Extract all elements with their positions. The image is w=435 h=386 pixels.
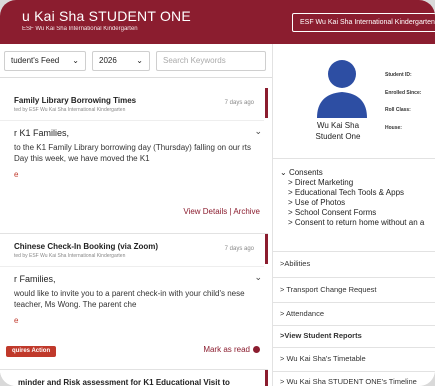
feed-card: minder and Risk assessment for K1 Educat… <box>0 370 268 386</box>
school-selector-button[interactable]: ESF Wu Kai Sha International Kindergarte… <box>292 13 435 32</box>
student-name-line1: Wu Kai Sha <box>316 121 360 130</box>
consent-item-label: Direct Marketing <box>294 178 354 187</box>
card-body: to the K1 Family Library borrowing day (… <box>14 143 251 163</box>
enrolled-since-label: Enrolled Since: <box>385 90 422 96</box>
chevron-down-icon: ⌄ <box>136 56 143 65</box>
card-greeting: r K1 Families, <box>14 128 70 138</box>
card-title: Chinese Check-In Booking (via Zoom) <box>14 242 159 251</box>
divider <box>273 277 435 278</box>
mark-as-read-label: Mark as read <box>203 345 250 354</box>
card-accent <box>265 234 268 264</box>
consent-item[interactable]: > Direct Marketing <box>280 178 424 188</box>
feed-select-value: tudent's Feed <box>11 56 60 65</box>
student-name: Wu Kai Sha Student One <box>295 120 381 142</box>
consent-item-label: Educational Tech Tools & Apps <box>294 188 405 197</box>
profile-panel: Wu Kai Sha Student One Student ID: Enrol… <box>272 44 435 386</box>
divider <box>273 158 435 159</box>
year-select[interactable]: 2026 ⌄ <box>92 51 150 71</box>
consent-item-label: Use of Photos <box>294 198 346 207</box>
consent-item[interactable]: > School Consent Forms <box>280 208 424 218</box>
card-date: 7 days ago <box>224 100 254 106</box>
timetable-link[interactable]: > Wu Kai Sha's Timetable <box>280 354 366 363</box>
mark-as-read-button[interactable]: Mark as read <box>203 345 260 354</box>
year-select-value: 2026 <box>99 56 117 65</box>
unread-dot-icon <box>253 346 260 354</box>
requires-action-badge: quires Action <box>6 346 57 357</box>
consents-heading[interactable]: ⌄ Consents <box>280 168 424 178</box>
feed-card: Family Library Borrowing Times ted by ES… <box>0 88 268 234</box>
app-title: u Kai Sha STUDENT ONE <box>22 8 191 24</box>
consents-section: ⌄ Consents > Direct Marketing > Educatio… <box>280 168 424 228</box>
transport-change-link[interactable]: > Transport Change Request <box>280 285 377 294</box>
house-label: House: <box>385 125 402 131</box>
card-accent <box>265 88 268 118</box>
student-id-label: Student ID: <box>385 72 412 78</box>
roll-class-label: Roll Class: <box>385 107 411 113</box>
search-input[interactable]: Search Keywords <box>156 51 266 71</box>
timeline-link[interactable]: > Wu Kai Sha STUDENT ONE's Timeline <box>280 377 417 386</box>
student-name-line2: Student One <box>315 132 361 141</box>
feed-panel: tudent's Feed ⌄ 2026 ⌄ Search Keywords F… <box>0 44 272 386</box>
consent-item[interactable]: > Consent to return home without an a <box>280 218 424 228</box>
card-posted-by: ted by ESF Wu Kai Sha International Kind… <box>14 253 126 259</box>
read-more-link[interactable]: e <box>14 316 18 325</box>
feed-select[interactable]: tudent's Feed ⌄ <box>4 51 86 71</box>
consent-item-label: Consent to return home without an a <box>294 218 425 227</box>
student-reports-link[interactable]: >View Student Reports <box>280 331 362 340</box>
view-details-archive-link[interactable]: View Details | Archive <box>183 207 260 216</box>
read-more-link[interactable]: e <box>14 170 18 179</box>
top-bar: u Kai Sha STUDENT ONE ESF Wu Kai Sha Int… <box>0 0 435 44</box>
card-title: Family Library Borrowing Times <box>14 96 137 105</box>
divider <box>0 266 264 267</box>
divider <box>273 325 435 326</box>
card-accent <box>265 370 268 386</box>
avatar-icon <box>317 60 367 118</box>
consent-item-label: School Consent Forms <box>294 208 377 217</box>
chevron-down-icon[interactable]: ⌄ <box>254 272 262 283</box>
app-window: u Kai Sha STUDENT ONE ESF Wu Kai Sha Int… <box>0 0 435 386</box>
consent-item[interactable]: > Use of Photos <box>280 198 424 208</box>
attendance-link[interactable]: > Attendance <box>280 309 324 318</box>
divider <box>273 347 435 348</box>
consent-item[interactable]: > Educational Tech Tools & Apps <box>280 188 424 198</box>
card-posted-by: ted by ESF Wu Kai Sha International Kind… <box>14 107 126 113</box>
feed-filters: tudent's Feed ⌄ 2026 ⌄ Search Keywords <box>0 44 272 78</box>
feed-card: Chinese Check-In Booking (via Zoom) ted … <box>0 234 268 370</box>
card-title: minder and Risk assessment for K1 Educat… <box>18 378 230 386</box>
app-subtitle: ESF Wu Kai Sha International Kindergarte… <box>22 26 138 32</box>
divider <box>273 251 435 252</box>
abilities-link[interactable]: >Abilities <box>280 259 310 268</box>
divider <box>0 120 264 121</box>
chevron-down-icon: ⌄ <box>72 56 79 65</box>
consents-heading-label: Consents <box>288 168 323 177</box>
card-body: would like to invite you to a parent che… <box>14 289 245 309</box>
divider <box>273 302 435 303</box>
chevron-down-icon[interactable]: ⌄ <box>254 126 262 137</box>
card-greeting: r Families, <box>14 274 56 284</box>
divider <box>273 371 435 372</box>
card-date: 7 days ago <box>224 246 254 252</box>
